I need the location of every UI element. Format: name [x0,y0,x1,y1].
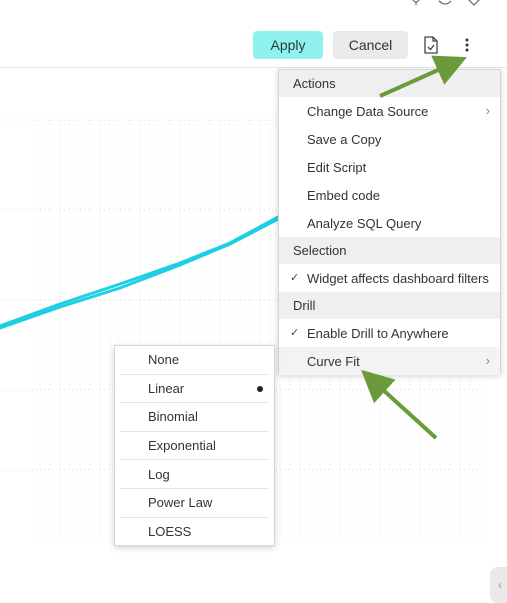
curve-option-log[interactable]: Log [120,460,269,489]
widget-actions-menu: Actions Change Data Source › Save a Copy… [278,69,501,375]
curve-option-exponential[interactable]: Exponential [120,432,269,461]
top-strip [0,0,507,21]
menu-section-header-selection: Selection [279,237,500,264]
vertical-ellipsis-icon[interactable] [456,34,478,56]
menu-item-label: Curve Fit [307,353,360,369]
file-export-icon[interactable] [420,34,442,56]
selected-dot-icon [257,385,263,392]
chevron-left-icon: ‹ [498,578,502,592]
menu-section-header-drill: Drill [279,292,500,319]
curve-option-power-law[interactable]: Power Law [120,489,269,518]
chevron-right-icon: › [485,103,490,118]
menu-item-label: Edit Script [307,159,367,175]
menu-item-change-data-source[interactable]: Change Data Source › [279,97,500,125]
curve-option-none[interactable]: None [120,346,269,375]
curve-option-label: Log [148,466,170,482]
cancel-button[interactable]: Cancel [333,31,408,59]
menu-item-analyze-sql-query[interactable]: Analyze SQL Query [279,209,500,237]
checkmark-icon: ✓ [290,327,300,339]
menu-item-edit-script[interactable]: Edit Script [279,153,500,181]
curve-option-label: Binomial [148,409,198,425]
menu-item-enable-drill-to-anywhere[interactable]: ✓ Enable Drill to Anywhere [279,319,500,347]
curve-fit-submenu: None Linear Binomial Exponential Log Pow… [114,345,275,546]
curve-option-label: None [148,352,180,368]
menu-item-curve-fit[interactable]: Curve Fit › [279,347,500,375]
curve-option-label: Power Law [148,495,213,511]
curve-option-label: LOESS [148,524,192,540]
menu-item-embed-code[interactable]: Embed code [279,181,500,209]
menu-item-widget-affects-filters[interactable]: ✓ Widget affects dashboard filters [279,264,500,292]
user-icon[interactable] [410,0,424,6]
curve-option-binomial[interactable]: Binomial [120,403,269,432]
menu-item-label: Save a Copy [307,131,382,147]
bell-icon[interactable] [438,0,452,6]
checkmark-icon: ✓ [290,272,300,284]
curve-option-linear[interactable]: Linear [120,375,269,404]
menu-item-label: Embed code [307,187,380,203]
apply-button[interactable]: Apply [253,31,323,59]
curve-option-label: Linear [148,380,185,396]
menu-item-save-a-copy[interactable]: Save a Copy [279,125,500,153]
menu-item-label: Change Data Source [307,103,429,119]
menu-item-label: Analyze SQL Query [307,215,422,231]
curve-option-label: Exponential [148,438,216,454]
account-icon[interactable] [466,0,480,6]
menu-section-header-actions: Actions [279,70,500,97]
chevron-right-icon: › [485,353,490,368]
menu-item-label: Widget affects dashboard filters [307,270,489,286]
menu-item-label: Enable Drill to Anywhere [307,325,449,341]
side-panel-handle[interactable]: ‹ [490,567,507,603]
curve-option-loess[interactable]: LOESS [120,518,269,547]
widget-editor-toolbar: Apply Cancel [0,20,507,68]
